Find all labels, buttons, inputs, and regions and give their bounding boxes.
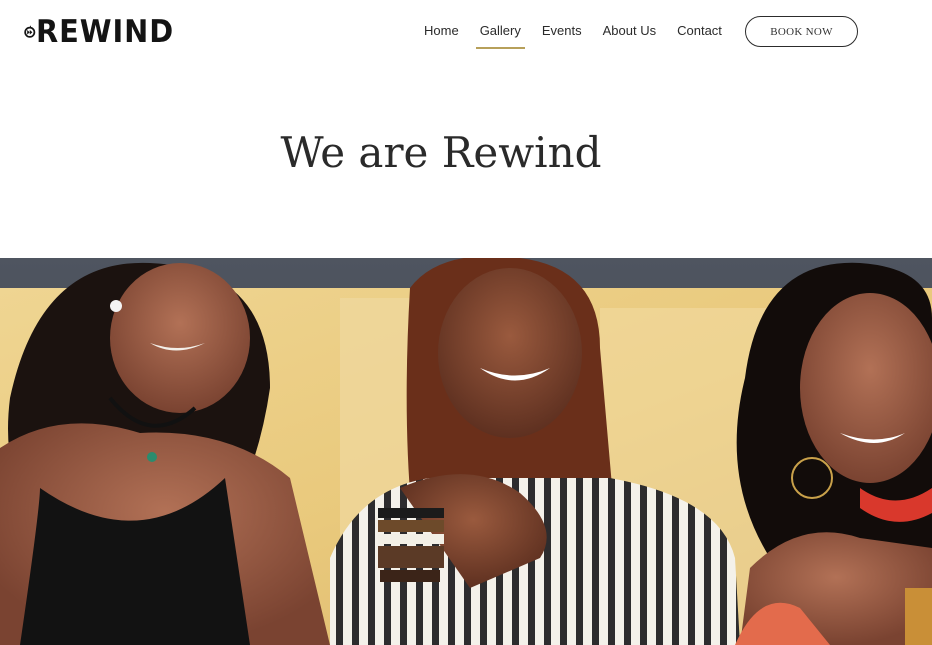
site-header: REWIND Home Gallery Events About Us Cont…	[0, 0, 932, 70]
nav-item-events[interactable]: Events	[538, 14, 586, 48]
nav-item-about-us[interactable]: About Us	[599, 14, 660, 48]
nav-item-gallery[interactable]: Gallery	[475, 14, 526, 49]
fast-forward-icon	[24, 25, 36, 38]
hero-photo	[0, 258, 932, 645]
page-headline: We are Rewind	[280, 128, 602, 177]
logo[interactable]: REWIND	[24, 9, 184, 55]
logo-text: REWIND	[35, 14, 174, 50]
book-now-button[interactable]: BOOK NOW	[745, 16, 858, 47]
nav-item-home[interactable]: Home	[420, 14, 463, 48]
main-nav: Home Gallery Events About Us Contact	[420, 14, 739, 49]
nav-item-contact[interactable]: Contact	[673, 14, 726, 48]
